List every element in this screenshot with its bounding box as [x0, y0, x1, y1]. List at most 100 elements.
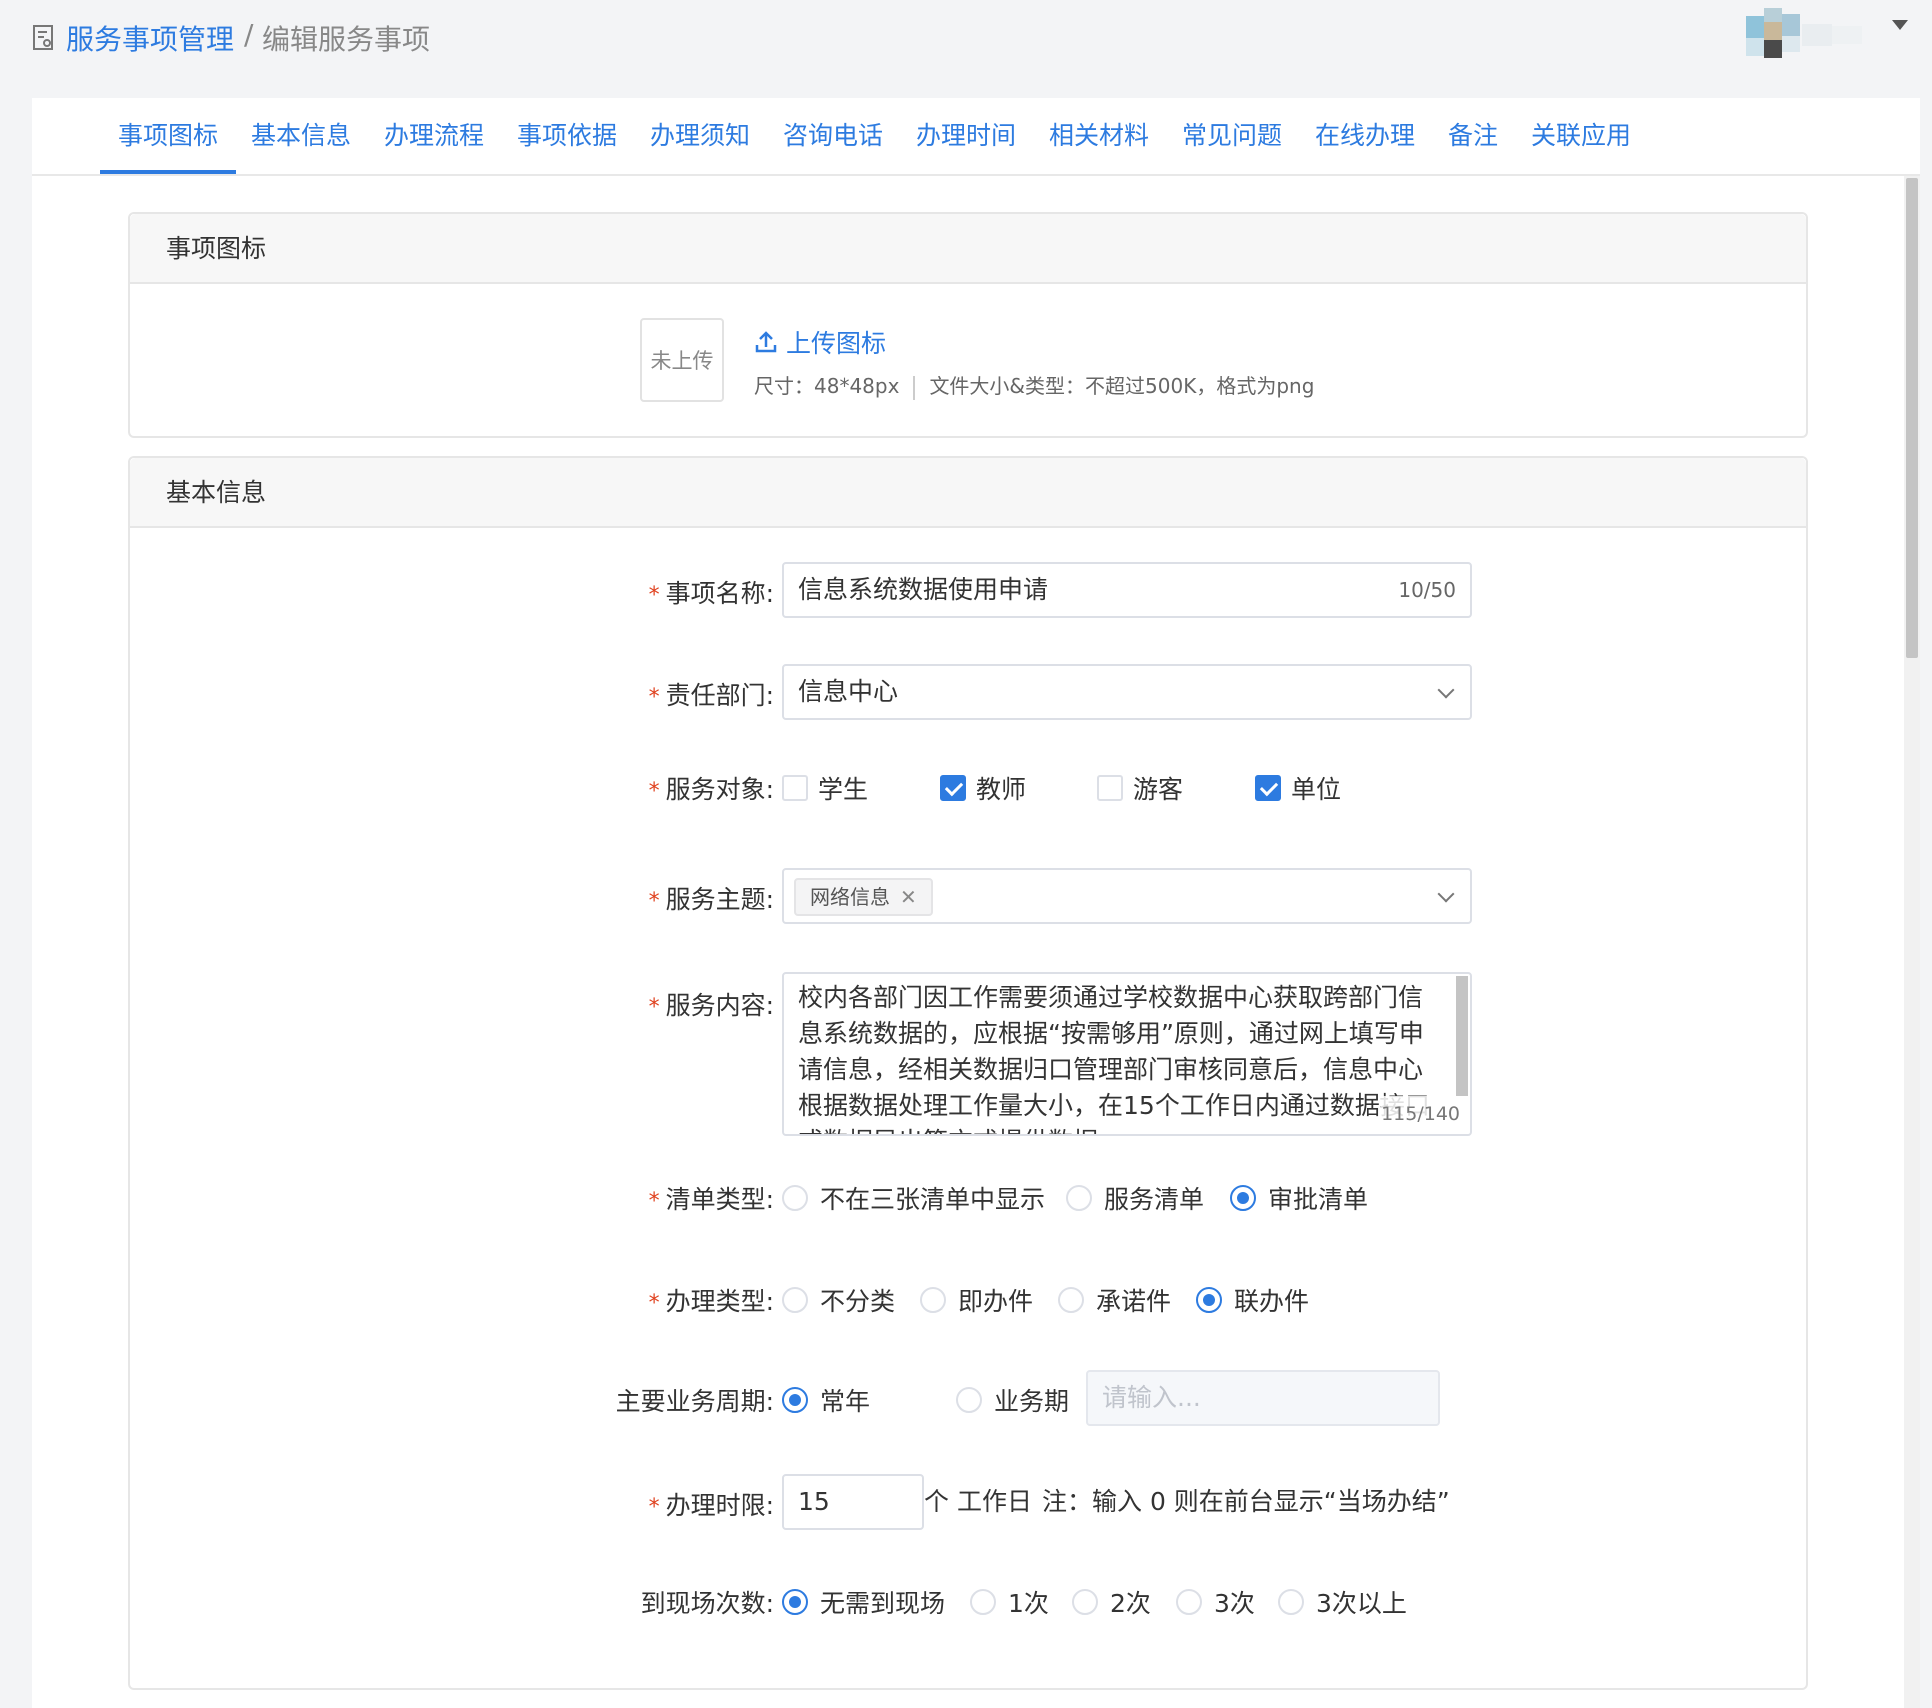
tab-process[interactable]: 办理流程 [384, 116, 484, 152]
radio-more-than-three[interactable]: 3次以上 [1278, 1584, 1407, 1620]
cycle-group: 常年 业务期 [782, 1382, 1082, 1416]
radio-immediate[interactable]: 即办件 [920, 1282, 1033, 1318]
radio-unclassified[interactable]: 不分类 [782, 1282, 895, 1318]
breadcrumb-separator: / [244, 18, 254, 51]
radio-circle [970, 1589, 996, 1615]
chevron-down-icon [1437, 885, 1455, 903]
handle-type-label: * 办理类型: [648, 1287, 774, 1316]
size-hint: 尺寸：48*48px [754, 374, 900, 398]
radio-commitment[interactable]: 承诺件 [1058, 1282, 1171, 1318]
time-limit-note: 注：输入 0 则在前台显示“当场办结” [1042, 1487, 1450, 1516]
radio-circle [782, 1185, 808, 1211]
theme-tag: 网络信息 ✕ [794, 878, 933, 916]
checkbox-unit[interactable]: 单位 [1255, 770, 1341, 806]
tab-materials[interactable]: 相关材料 [1049, 116, 1149, 152]
active-tab-indicator [100, 170, 236, 174]
radio-circle-selected [1230, 1185, 1256, 1211]
main-card: 事项图标 基本信息 办理流程 事项依据 办理须知 咨询电话 办理时间 相关材料 … [32, 98, 1920, 1708]
content-counter: 115/140 [1381, 1096, 1460, 1132]
icon-preview: 未上传 [640, 318, 724, 402]
upload-hint: 尺寸：48*48px 文件大小&类型：不超过500K，格式为png [754, 370, 1314, 400]
visits-group: 无需到现场 1次 2次 3次 3次以上 [782, 1584, 1482, 1618]
close-icon[interactable]: ✕ [900, 880, 917, 914]
theme-label: * 服务主题: [648, 885, 774, 914]
checkbox-box-checked [1255, 775, 1281, 801]
radio-once[interactable]: 1次 [970, 1584, 1049, 1620]
caret-down-icon[interactable] [1892, 20, 1908, 30]
checkbox-visitor[interactable]: 游客 [1097, 770, 1183, 806]
theme-multiselect[interactable]: 网络信息 ✕ [782, 868, 1472, 924]
audience-label: * 服务对象: [648, 775, 774, 804]
radio-circle [920, 1287, 946, 1313]
tab-hours[interactable]: 办理时间 [916, 116, 1016, 152]
tab-icon[interactable]: 事项图标 [118, 116, 218, 152]
radio-approval-list[interactable]: 审批清单 [1230, 1180, 1368, 1216]
department-label: * 责任部门: [648, 681, 774, 710]
textarea-scrollbar[interactable] [1456, 976, 1468, 1096]
radio-circle [1066, 1185, 1092, 1211]
breadcrumb-link[interactable]: 服务事项管理 [66, 18, 234, 58]
checkbox-box-checked [940, 775, 966, 801]
icon-section: 事项图标 未上传 上传图标 尺寸：48*48px 文件大小&类型：不超过500K，… [128, 212, 1808, 438]
tab-remarks[interactable]: 备注 [1448, 116, 1498, 152]
checkbox-teacher[interactable]: 教师 [940, 770, 1026, 806]
name-label: * 事项名称: [648, 579, 774, 608]
basic-info-section: 基本信息 * 事项名称: 信息系统数据使用申请 10/50 * 责任部门: 信息中心… [128, 456, 1808, 1690]
tab-related-apps[interactable]: 关联应用 [1531, 116, 1631, 152]
business-period-input[interactable]: 请输入... [1086, 1370, 1440, 1426]
radio-circle-selected [782, 1589, 808, 1615]
visits-label: 到现场次数: [640, 1589, 774, 1618]
file-hint: 文件大小&类型：不超过500K，格式为png [929, 374, 1315, 398]
radio-circle [1278, 1589, 1304, 1615]
radio-service-list[interactable]: 服务清单 [1066, 1180, 1204, 1216]
scrollbar-thumb[interactable] [1906, 178, 1918, 658]
radio-joint[interactable]: 联办件 [1196, 1282, 1309, 1318]
upload-icon [755, 331, 777, 353]
radio-circle [1058, 1287, 1084, 1313]
radio-circle [782, 1287, 808, 1313]
radio-business-period[interactable]: 业务期 [956, 1382, 1069, 1418]
tab-faq[interactable]: 常见问题 [1182, 116, 1282, 152]
top-header: 服务事项管理 / 编辑服务事项 [0, 0, 1932, 96]
avatar[interactable] [1746, 8, 1874, 60]
upload-label: 上传图标 [786, 329, 887, 358]
cycle-label: 主要业务周期: [615, 1387, 774, 1416]
radio-not-shown[interactable]: 不在三张清单中显示 [782, 1180, 1045, 1216]
tab-phone[interactable]: 咨询电话 [783, 116, 883, 152]
tab-basic-info[interactable]: 基本信息 [251, 116, 351, 152]
time-limit-unit: 个 工作日 [924, 1487, 1032, 1516]
tab-online[interactable]: 在线办理 [1315, 116, 1415, 152]
upload-icon-button[interactable]: 上传图标 [754, 324, 886, 360]
radio-circle [956, 1387, 982, 1413]
list-type-label: * 清单类型: [648, 1185, 774, 1214]
radio-circle-selected [782, 1387, 808, 1413]
radio-year-round[interactable]: 常年 [782, 1382, 870, 1418]
radio-circle [1176, 1589, 1202, 1615]
hint-divider [913, 375, 916, 400]
time-limit-input[interactable]: 15 [782, 1474, 924, 1530]
audience-group: 学生 教师 游客 单位 [782, 770, 1482, 804]
icon-section-title: 事项图标 [130, 214, 1806, 284]
content-label: * 服务内容: [648, 991, 774, 1020]
content-textarea[interactable]: 校内各部门因工作需要须通过学校数据中心获取跨部门信息系统数据的，应根据“按需够用… [782, 972, 1472, 1136]
time-limit-label: * 办理时限: [648, 1491, 774, 1520]
name-input[interactable]: 信息系统数据使用申请 10/50 [782, 562, 1472, 618]
radio-twice[interactable]: 2次 [1072, 1584, 1151, 1620]
handle-type-group: 不分类 即办件 承诺件 联办件 [782, 1282, 1482, 1316]
tab-bar: 事项图标 基本信息 办理流程 事项依据 办理须知 咨询电话 办理时间 相关材料 … [32, 98, 1920, 176]
department-select[interactable]: 信息中心 [782, 664, 1472, 720]
radio-circle [1072, 1589, 1098, 1615]
tab-notice[interactable]: 办理须知 [650, 116, 750, 152]
checkbox-box [1097, 775, 1123, 801]
chevron-down-icon [1437, 681, 1455, 699]
breadcrumb-current: 编辑服务事项 [262, 23, 431, 56]
checkbox-box [782, 775, 808, 801]
document-icon [33, 25, 53, 50]
name-counter: 10/50 [1398, 578, 1456, 602]
basic-info-section-title: 基本信息 [130, 458, 1806, 528]
row-content: * 服务内容: 校内各部门因工作需要须通过学校数据中心获取跨部门信息系统数据的，应… [130, 972, 1810, 1136]
radio-three-times[interactable]: 3次 [1176, 1584, 1255, 1620]
checkbox-student[interactable]: 学生 [782, 770, 868, 806]
radio-no-visit[interactable]: 无需到现场 [782, 1584, 945, 1620]
tab-basis[interactable]: 事项依据 [517, 116, 617, 152]
